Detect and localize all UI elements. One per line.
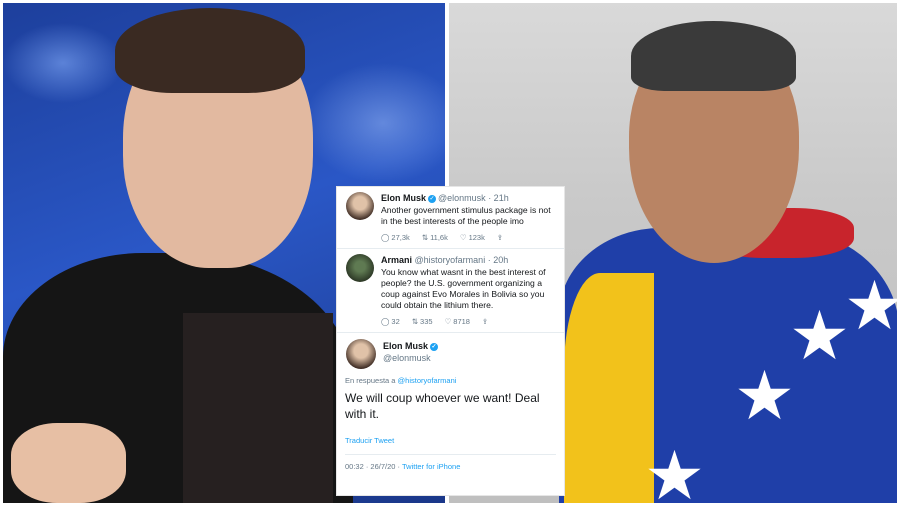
reply-button[interactable]: ◯ 32 [381, 317, 400, 326]
reply-prefix: En respuesta a [345, 376, 396, 385]
tweet-timestamp: 00:32 · 26/7/20 · [345, 462, 401, 471]
author-name-row: Elon Musk ✓ [383, 340, 556, 352]
retweet-count: 11,6k [430, 233, 448, 242]
author-name[interactable]: Armani [381, 255, 412, 265]
author-handle[interactable]: @elonmusk [438, 193, 486, 203]
tweet-time: · 20h [487, 255, 509, 265]
like-count: 123k [468, 233, 485, 242]
like-button[interactable]: ♡ 123k [460, 233, 485, 242]
tweet-client-link[interactable]: Twitter for iPhone [402, 462, 460, 471]
hair-shape [115, 8, 305, 93]
share-icon: ⇪ [496, 233, 504, 242]
avatar[interactable] [346, 339, 376, 369]
main-tweet-header: Elon Musk ✓ @elonmusk [345, 340, 556, 372]
tweet-header: Armani @historyofarmani · 20h [381, 254, 556, 266]
reply-count: 27,3k [391, 233, 410, 242]
verified-badge-icon: ✓ [430, 342, 439, 351]
tweet-item[interactable]: Elon Musk ✓ @elonmusk · 21h Another govern… [337, 187, 564, 242]
like-count: 8718 [453, 317, 470, 326]
star-icon: ★ [789, 297, 850, 376]
share-button[interactable]: ⇪ [482, 317, 490, 326]
star-icon: ★ [644, 437, 705, 504]
reply-icon: ◯ [381, 233, 390, 242]
share-button[interactable]: ⇪ [497, 233, 505, 242]
verified-badge-icon: ✓ [428, 194, 437, 203]
reply-button[interactable]: ◯ 27,3k [381, 233, 410, 242]
avatar[interactable] [346, 254, 374, 282]
like-icon: ♡ [444, 317, 452, 326]
tweet-time: · 21h [488, 193, 509, 203]
retweet-icon: ⇅ [411, 317, 419, 326]
tweet-header: Elon Musk ✓ @elonmusk · 21h [381, 192, 556, 204]
translate-tweet-link[interactable]: Traducir Tweet [345, 436, 556, 445]
main-tweet[interactable]: Elon Musk ✓ @elonmusk En respuesta a @his… [337, 332, 564, 471]
tweet-text: You know what wasnt in the best interest… [381, 267, 546, 310]
shirt-shape [183, 313, 333, 503]
retweet-button[interactable]: ⇅ 11,6k [422, 233, 448, 242]
like-icon: ♡ [459, 233, 467, 242]
main-tweet-text: We will coup whoever we want! Deal with … [345, 391, 540, 421]
author-name[interactable]: Elon Musk [381, 193, 426, 203]
share-icon: ⇪ [481, 317, 489, 326]
tweet-item[interactable]: Armani @historyofarmani · 20h You know w… [337, 248, 564, 326]
retweet-button[interactable]: ⇅ 335 [412, 317, 433, 326]
tweet-meta: 00:32 · 26/7/20 · Twitter for iPhone [345, 454, 556, 471]
reply-to-link[interactable]: @historyofarmani [398, 376, 457, 385]
reply-count: 32 [391, 317, 400, 326]
author-handle[interactable]: @historyofarmani [415, 255, 486, 265]
retweet-icon: ⇅ [421, 233, 429, 242]
reply-context: En respuesta a @historyofarmani [345, 376, 556, 385]
flag-yellow-stripe [564, 273, 654, 503]
like-button[interactable]: ♡ 8718 [445, 317, 470, 326]
tweet-actions: ◯ 32 ⇅ 335 ♡ 8718 ⇪ [381, 317, 556, 326]
tweet-text: Another government stimulus package is n… [381, 205, 551, 226]
retweet-count: 335 [420, 317, 433, 326]
reply-icon: ◯ [381, 317, 390, 326]
author-name[interactable]: Elon Musk [383, 341, 428, 351]
fist-shape [11, 423, 126, 503]
star-icon: ★ [734, 357, 795, 436]
tweet-thread-card: Elon Musk ✓ @elonmusk · 21h Another govern… [336, 186, 565, 496]
star-icon: ★ [844, 267, 897, 346]
author-handle[interactable]: @elonmusk [383, 352, 556, 364]
tweet-actions: ◯ 27,3k ⇅ 11,6k ♡ 123k ⇪ [381, 233, 556, 242]
hair-shape [631, 21, 796, 91]
avatar[interactable] [346, 192, 374, 220]
